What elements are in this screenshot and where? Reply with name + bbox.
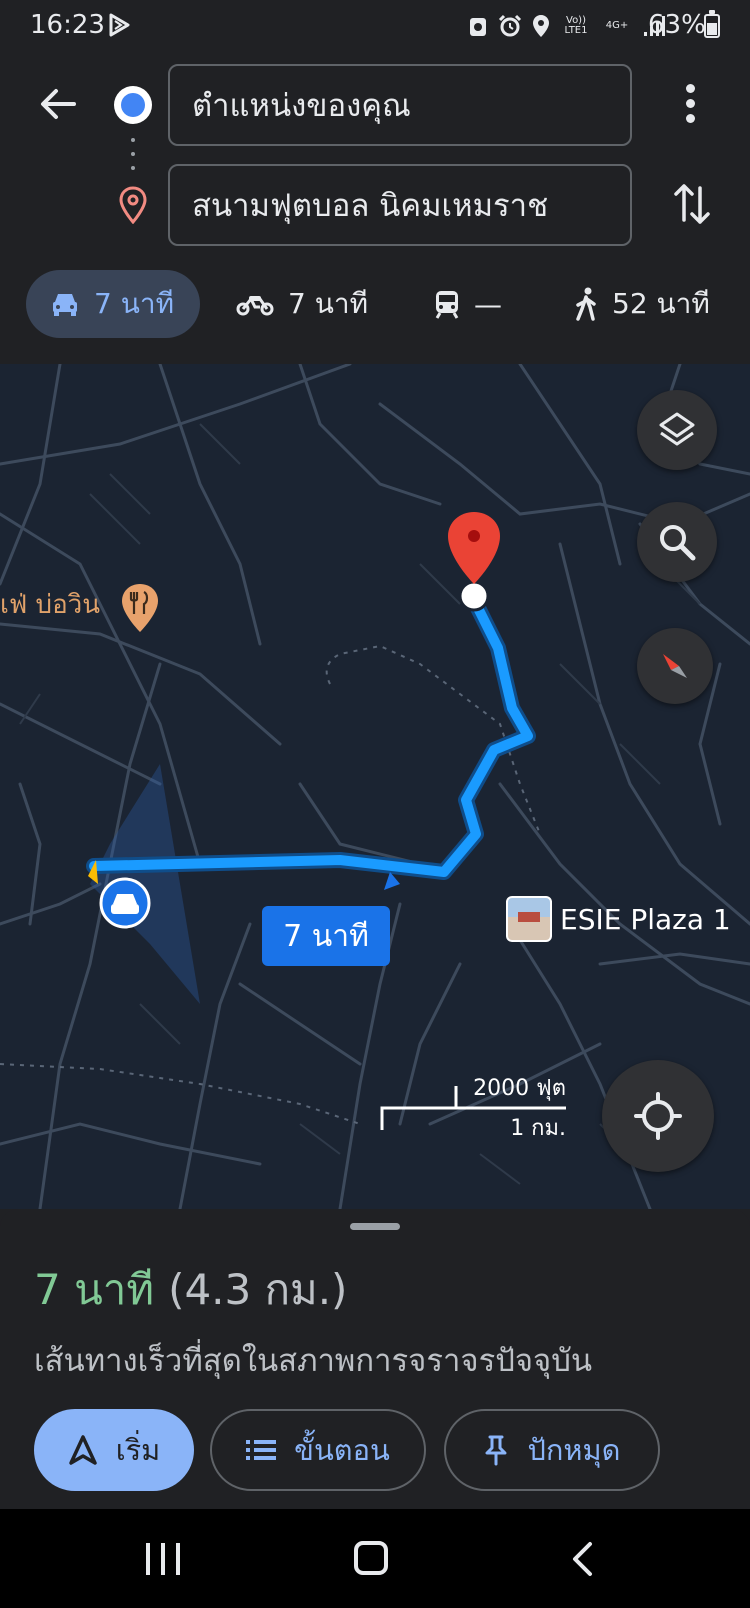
route-duration: 7 นาที xyxy=(34,1265,155,1314)
search-icon xyxy=(660,525,696,561)
directions-header: ตำแหน่งของคุณ สนามฟุตบอล นิคมเหมราช 7 นา… xyxy=(0,54,750,364)
nav-back-icon[interactable] xyxy=(570,1541,594,1577)
travel-modes: 7 นาที 7 นาที — 52 นาที xyxy=(0,270,750,340)
mode-walk[interactable]: 52 นาที xyxy=(574,270,710,338)
route-distance: (4.3 กม.) xyxy=(168,1265,348,1314)
alarm-icon xyxy=(498,14,522,37)
mode-motorcycle[interactable]: 7 นาที xyxy=(236,270,368,338)
scale-metric: 1 กม. xyxy=(510,1116,566,1141)
pin-label: ปักหมุด xyxy=(527,1433,621,1467)
compass-icon xyxy=(663,654,687,678)
map-view[interactable]: เฟ่ บ่อวิน ESIE Plaza 1 7 นาที 2000 ฟุต … xyxy=(0,364,750,1209)
scale-imperial: 2000 ฟุต xyxy=(473,1076,566,1101)
pin-button[interactable]: ปักหมุด xyxy=(444,1409,660,1491)
train-icon xyxy=(435,291,459,319)
motorcycle-icon xyxy=(236,296,274,316)
sheet-grabber[interactable] xyxy=(350,1223,400,1230)
mode-transit[interactable]: — xyxy=(434,270,502,338)
swap-icon[interactable] xyxy=(672,180,712,228)
destination-field[interactable]: สนามฟุตบอล นิคมเหมราช xyxy=(168,164,632,246)
mode-car[interactable]: 7 นาที xyxy=(26,270,200,338)
mode-transit-label: — xyxy=(474,287,502,321)
route-sheet: 7 นาที (4.3 กม.) เส้นทางเร็วที่สุดในสภาพก… xyxy=(0,1209,750,1509)
steps-label: ขั้นตอน xyxy=(294,1433,390,1467)
data-label: 4G+ xyxy=(605,20,629,31)
destination-pin-icon xyxy=(119,186,147,224)
layers-button[interactable] xyxy=(637,390,717,470)
walk-icon xyxy=(576,287,596,321)
home-icon[interactable] xyxy=(354,1541,388,1575)
esie-thumbnail xyxy=(506,896,552,942)
status-time: 16:23 xyxy=(30,10,105,40)
battery-percent: 63% xyxy=(648,10,706,40)
poi-cafe-label[interactable]: เฟ่ บ่อวิน xyxy=(0,584,100,625)
layers-icon xyxy=(659,412,695,446)
mode-car-label: 7 นาที xyxy=(94,287,175,320)
start-label: เริ่ม xyxy=(115,1433,161,1467)
mode-motorcycle-label: 7 นาที xyxy=(288,287,369,320)
my-location-icon xyxy=(634,1092,682,1140)
restaurant-icon[interactable] xyxy=(120,582,160,634)
status-bar: 16:23 Vo)) LTE1 4G+ 63% xyxy=(0,0,750,54)
pin-icon xyxy=(485,1435,507,1466)
steps-button[interactable]: ขั้นตอน xyxy=(210,1409,426,1491)
my-location-button[interactable] xyxy=(602,1060,714,1172)
origin-field[interactable]: ตำแหน่งของคุณ xyxy=(168,64,632,146)
car-icon xyxy=(53,294,77,316)
recent-apps-icon[interactable] xyxy=(146,1543,180,1575)
system-nav-bar xyxy=(0,1509,750,1608)
network-label: Vo)) LTE1 xyxy=(564,15,588,36)
route-description: เส้นทางเร็วที่สุดในสภาพการจราจรปัจจุบัน xyxy=(34,1343,593,1379)
mode-walk-label: 52 นาที xyxy=(612,287,710,320)
recycle-icon xyxy=(470,18,486,36)
origin-dot-icon xyxy=(114,86,152,124)
compass-button[interactable] xyxy=(637,628,713,704)
list-icon xyxy=(246,1440,277,1460)
route-dots-icon xyxy=(131,138,135,184)
map-scale: 2000 ฟุต 1 กม. xyxy=(380,1070,566,1141)
poi-esie-plaza[interactable]: ESIE Plaza 1 xyxy=(506,896,731,942)
more-options-icon[interactable] xyxy=(678,84,702,128)
back-arrow-icon[interactable] xyxy=(34,80,82,128)
route-summary: 7 นาที (4.3 กม.) xyxy=(34,1257,347,1323)
route-eta-label[interactable]: 7 นาที xyxy=(262,906,390,966)
location-icon xyxy=(533,15,549,37)
car-location-icon xyxy=(99,877,151,929)
battery-icon xyxy=(704,10,720,38)
navigation-arrow-icon xyxy=(68,1435,97,1465)
status-icons: Vo)) LTE1 4G+ xyxy=(468,12,666,40)
search-along-route-button[interactable] xyxy=(637,502,717,582)
play-icon xyxy=(109,13,130,37)
start-button[interactable]: เริ่ม xyxy=(34,1409,194,1491)
poi-esie-label: ESIE Plaza 1 xyxy=(560,902,731,936)
